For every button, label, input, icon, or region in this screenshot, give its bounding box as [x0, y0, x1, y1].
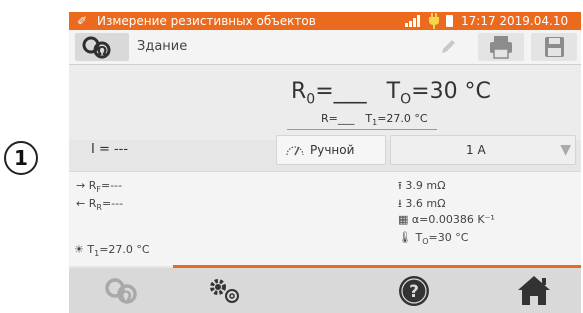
resistance-objects-icon[interactable]: Ω	[97, 274, 145, 308]
toolbar: Ω Здание	[69, 30, 581, 65]
meter-screen: ✐ Измерение резистивных объектов 17:17 2…	[69, 12, 581, 313]
object-name: Здание	[137, 39, 188, 54]
dropdown-arrow-icon: ▼	[560, 142, 571, 158]
printer-icon	[490, 36, 512, 59]
plug-icon	[429, 13, 439, 29]
current-readout: I = ---	[91, 142, 129, 157]
results-panel: R0=___ TO=30 °C R=___ T1=27.0 °C	[69, 65, 581, 140]
settings-gears-icon[interactable]	[205, 276, 245, 306]
date-time: 17:17 2019.04.10	[461, 14, 569, 28]
result-divider	[287, 129, 437, 130]
help-icon[interactable]: ?	[397, 274, 431, 308]
home-icon[interactable]	[517, 274, 551, 306]
download-arrow-icon: ⭳	[398, 197, 402, 210]
edit-icon[interactable]	[439, 38, 457, 56]
mode-button[interactable]: Ручной	[276, 135, 386, 165]
object-tree-button[interactable]: Ω	[75, 33, 129, 61]
save-button[interactable]	[531, 33, 577, 61]
rr-readout: ← RR=---	[76, 197, 124, 213]
svg-text:?: ?	[409, 282, 419, 302]
rf-readout: → RF=---	[76, 179, 123, 195]
svg-text:Ω: Ω	[97, 44, 107, 58]
pen-icon: ✐	[77, 14, 88, 28]
lower-value-readout: ⭳ 3.6 mΩ	[398, 197, 446, 210]
current-range-value: 1 A	[466, 143, 486, 157]
upper-value-readout: ⭱ 3.9 mΩ	[398, 179, 446, 192]
alpha-readout: ▦ α=0.00386 K⁻¹	[398, 213, 495, 226]
screen-title: Измерение резистивных объектов	[97, 14, 316, 28]
reverse-arrow-icon: ←	[76, 197, 86, 210]
mode-label: Ручной	[310, 143, 355, 157]
signal-icon	[405, 15, 420, 27]
forward-arrow-icon: →	[76, 179, 86, 192]
details-panel: → RF=--- ← RR=--- ☀ T1=27.0 °C ⭱ 3.9 mΩ …	[69, 171, 581, 266]
step-callout: 1	[4, 141, 38, 175]
upload-arrow-icon: ⭱	[398, 179, 402, 192]
main-result: R0=___ TO=30 °C	[291, 79, 491, 108]
gauge-icon	[286, 146, 304, 156]
battery-icon	[446, 15, 453, 27]
save-icon	[545, 37, 564, 57]
sub-result: R=___ T1=27.0 °C	[321, 112, 428, 128]
calculator-icon: ▦	[398, 213, 409, 226]
thermometer-icon: ☀	[74, 243, 84, 256]
bottom-bar: Ω ?	[69, 268, 581, 313]
status-bar: ✐ Измерение резистивных объектов 17:17 2…	[69, 12, 581, 30]
svg-text:Ω: Ω	[120, 289, 132, 305]
t1-readout: ☀ T1=27.0 °C	[74, 243, 150, 259]
control-row: I = --- Ручной 1 A ▼	[69, 132, 581, 168]
thermometer-icon: 🌡	[398, 231, 412, 244]
t0-readout: 🌡 TO=30 °C	[398, 231, 469, 247]
resistance-objects-icon: Ω	[82, 36, 111, 59]
print-button[interactable]	[478, 33, 524, 61]
current-range-select[interactable]: 1 A ▼	[390, 135, 576, 165]
